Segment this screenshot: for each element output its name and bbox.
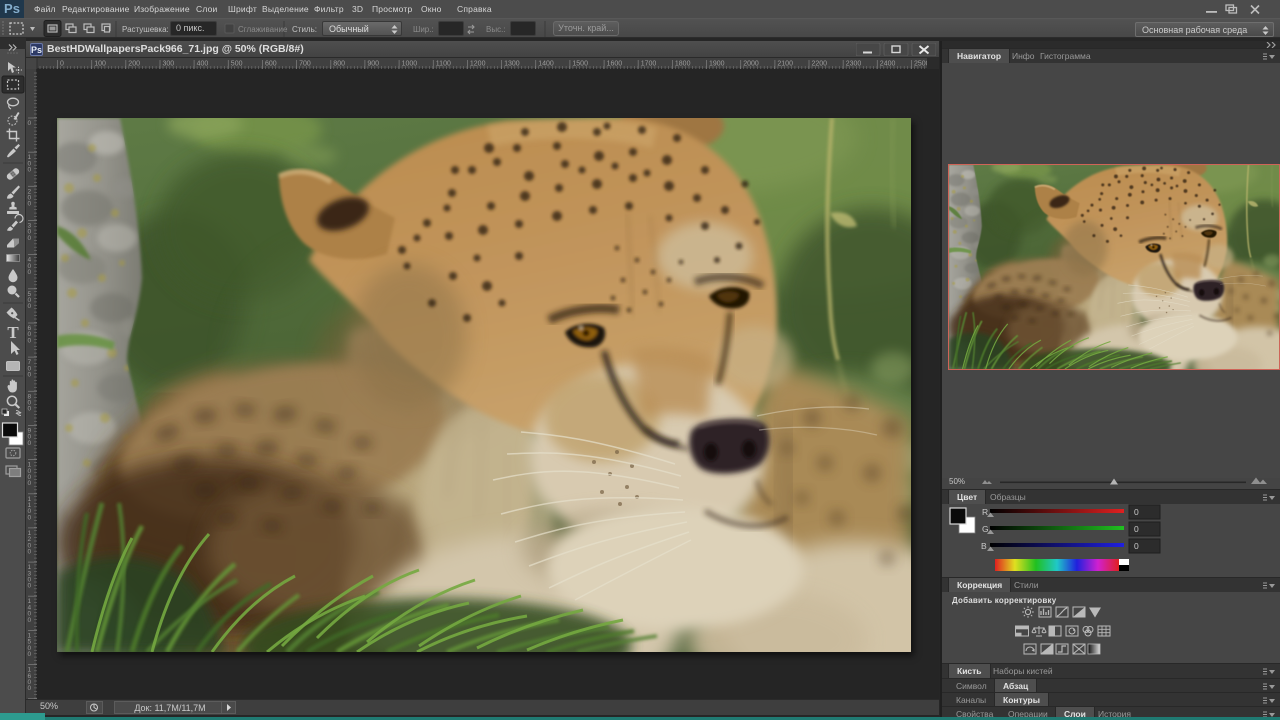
svg-text:0: 0: [28, 406, 32, 413]
svg-text:1800: 1800: [675, 61, 691, 68]
svg-text:0: 0: [28, 269, 32, 276]
svg-text:0: 0: [1134, 524, 1139, 534]
svg-text:1600: 1600: [607, 61, 623, 68]
svg-text:2100: 2100: [777, 61, 793, 68]
svg-text:500: 500: [231, 61, 243, 68]
svg-text:0: 0: [28, 201, 32, 208]
svg-text:100: 100: [94, 61, 106, 68]
svg-text:0: 0: [60, 61, 64, 68]
svg-text:1900: 1900: [709, 61, 725, 68]
svg-text:1500: 1500: [572, 61, 588, 68]
svg-text:0: 0: [28, 480, 32, 487]
svg-text:0: 0: [28, 685, 32, 692]
svg-text:2400: 2400: [880, 61, 896, 68]
svg-text:2300: 2300: [846, 61, 862, 68]
svg-text:0: 0: [28, 337, 32, 344]
svg-text:0: 0: [28, 651, 32, 658]
svg-text:0: 0: [1134, 541, 1139, 551]
svg-text:1300: 1300: [504, 61, 520, 68]
svg-text:2200: 2200: [812, 61, 828, 68]
svg-text:1200: 1200: [470, 61, 486, 68]
svg-text:900: 900: [367, 61, 379, 68]
svg-text:600: 600: [265, 61, 277, 68]
svg-text:1700: 1700: [641, 61, 657, 68]
svg-text:B: B: [981, 541, 987, 551]
svg-text:1100: 1100: [436, 61, 451, 68]
svg-text:1000: 1000: [402, 61, 418, 68]
svg-text:T: T: [7, 323, 19, 342]
svg-text:0: 0: [28, 303, 32, 310]
svg-text:50%: 50%: [949, 477, 965, 486]
svg-text:0: 0: [28, 372, 32, 379]
svg-text:300: 300: [163, 61, 175, 68]
svg-text:1400: 1400: [538, 61, 554, 68]
svg-text:R: R: [982, 507, 988, 517]
svg-text:G: G: [982, 524, 989, 534]
svg-text:400: 400: [197, 61, 209, 68]
svg-text:0: 0: [28, 120, 32, 127]
svg-text:0: 0: [28, 440, 32, 447]
svg-text:0: 0: [28, 235, 32, 242]
svg-text:0: 0: [28, 549, 32, 556]
svg-text:0: 0: [28, 583, 32, 590]
svg-text:700: 700: [299, 61, 311, 68]
svg-text:0: 0: [28, 617, 32, 624]
svg-text:0: 0: [28, 167, 32, 174]
svg-text:800: 800: [333, 61, 345, 68]
svg-text:0: 0: [28, 514, 32, 521]
svg-text:0: 0: [1134, 507, 1139, 517]
svg-text:2000: 2000: [743, 61, 759, 68]
svg-text:200: 200: [128, 61, 140, 68]
